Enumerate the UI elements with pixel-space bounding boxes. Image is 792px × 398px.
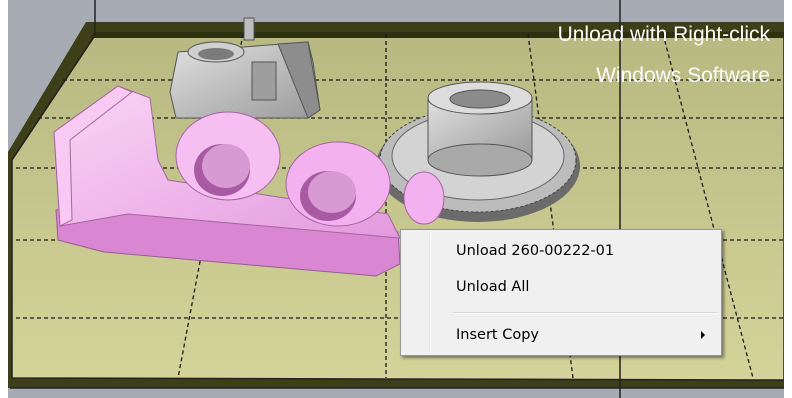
screenshot-frame: Unload with Right-click Windows Software… — [0, 0, 792, 398]
menu-item-label: Unload 260-00222-01 — [456, 243, 615, 259]
menu-item-unload-all[interactable]: Unload All — [403, 274, 719, 300]
overlay-caption-line2: Windows Software — [596, 64, 770, 87]
context-menu: Unload 260-00222-01 Unload All Insert Co… — [400, 229, 722, 356]
overlay-caption-line1: Unload with Right-click — [557, 23, 770, 46]
menu-item-insert-copy[interactable]: Insert Copy — [403, 322, 719, 348]
menu-item-label: Unload All — [456, 279, 530, 295]
menu-item-label: Insert Copy — [456, 327, 539, 343]
menu-item-unload-part[interactable]: Unload 260-00222-01 — [403, 238, 719, 264]
submenu-arrow-icon — [701, 331, 705, 339]
menu-separator — [453, 312, 717, 314]
